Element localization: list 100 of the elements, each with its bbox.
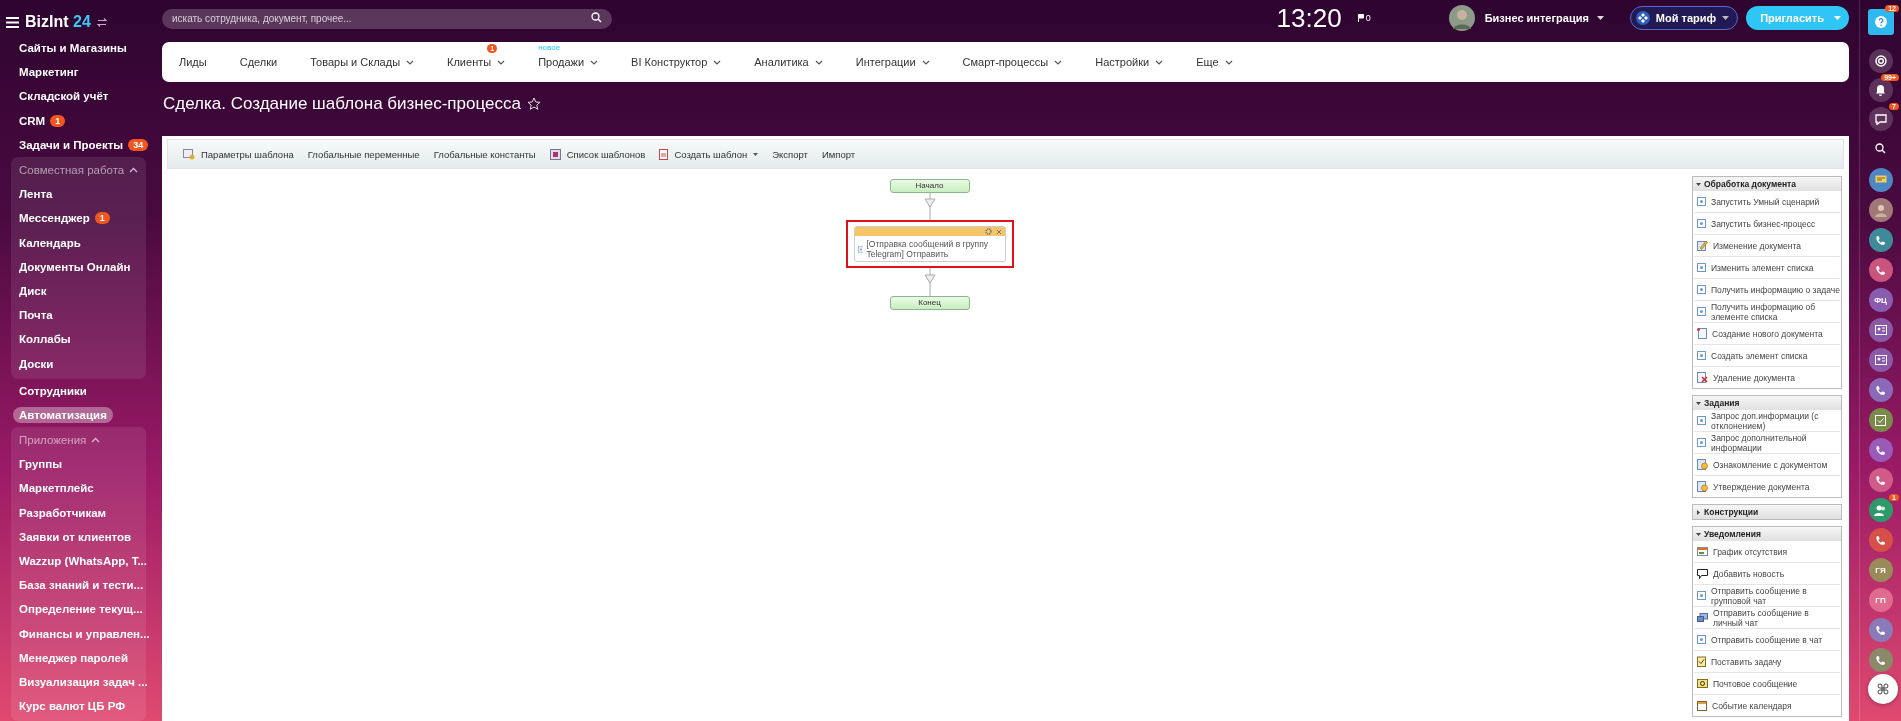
sidebar-item[interactable]: CRM: [19, 114, 46, 127]
contact-avatar[interactable]: [1868, 318, 1893, 342]
group-header[interactable]: Совместная работа: [19, 164, 125, 177]
chat-button[interactable]: [1868, 107, 1893, 131]
menu-item[interactable]: Еще: [1196, 56, 1233, 68]
tariff-button[interactable]: Мой тариф: [1629, 6, 1739, 30]
palette-item[interactable]: Ознакомление с документом: [1694, 454, 1840, 476]
help-button[interactable]: [1867, 9, 1894, 35]
section-header[interactable]: Конструкции: [1693, 505, 1841, 519]
toolbar-button[interactable]: Создать шаблон: [652, 142, 766, 166]
palette-item[interactable]: Отправить сообщение в личный чат: [1694, 607, 1840, 629]
search-icon[interactable]: [591, 12, 602, 23]
sidebar-item[interactable]: База знаний и тести...: [19, 579, 144, 592]
contact-avatar[interactable]: [1868, 468, 1893, 492]
palette-item[interactable]: Получить информацию об элементе списка: [1694, 301, 1840, 323]
palette-item[interactable]: График отсутствия: [1694, 541, 1840, 563]
caret-icon[interactable]: [1596, 16, 1604, 20]
sidebar-item[interactable]: Складской учёт: [19, 90, 109, 103]
section-header[interactable]: Задания: [1693, 396, 1841, 410]
sidebar-item[interactable]: Коллабы: [19, 333, 71, 346]
sidebar-item[interactable]: Wazzup (WhatsApp, T...: [19, 555, 147, 568]
sidebar-item[interactable]: Заявки от клиентов: [19, 530, 132, 543]
menu-item[interactable]: Сделки: [239, 56, 278, 68]
star-icon[interactable]: [526, 97, 541, 111]
sidebar-item[interactable]: Разработчикам: [19, 506, 107, 519]
sidebar-item[interactable]: Маркетплейс: [19, 482, 94, 495]
contact-avatar[interactable]: [1868, 408, 1893, 432]
menu-item[interactable]: Настройки: [1095, 56, 1164, 68]
section-header[interactable]: Уведомления: [1693, 527, 1841, 541]
chevron-icon[interactable]: [91, 437, 101, 444]
palette-item[interactable]: Создание нового документа: [1694, 323, 1840, 345]
contact-avatar[interactable]: [1868, 168, 1893, 192]
sidebar-item[interactable]: Определение текущ...: [19, 603, 143, 616]
palette-item[interactable]: Отправить сообщение в групповой чат: [1694, 585, 1840, 607]
apps-button[interactable]: [1868, 674, 1898, 704]
swap-icon[interactable]: [96, 17, 107, 27]
contact-avatar[interactable]: [1868, 258, 1893, 282]
palette-item[interactable]: Изменить элемент списка: [1694, 257, 1840, 279]
palette-item[interactable]: Запустить бизнес-процесс: [1694, 213, 1840, 235]
menu-item[interactable]: Аналитика: [754, 56, 823, 68]
contact-avatar[interactable]: [1868, 498, 1893, 522]
palette-item[interactable]: Получить информацию о задаче: [1694, 279, 1840, 301]
sidebar-item[interactable]: Задачи и Проекты: [19, 138, 124, 151]
sidebar-item[interactable]: Почта: [19, 309, 53, 322]
menu-item[interactable]: Интеграции: [855, 56, 930, 68]
palette-item[interactable]: Создать элемент списка: [1694, 345, 1840, 367]
menu-icon[interactable]: [6, 16, 19, 28]
palette-item[interactable]: Изменение документа: [1694, 235, 1840, 257]
activity-block[interactable]: [Отправка сообщений в группу Telegram] Отправить: [853, 226, 1006, 262]
contact-avatar[interactable]: [1868, 198, 1893, 222]
toolbar-button[interactable]: Экспорт: [765, 142, 815, 166]
menu-item[interactable]: Смарт-процессы: [962, 56, 1063, 68]
menu-item[interactable]: Товары и Склады: [310, 56, 415, 68]
start-node[interactable]: Начало: [889, 179, 970, 193]
sidebar-item[interactable]: Сотрудники: [19, 384, 87, 397]
sidebar-item[interactable]: Курс валют ЦБ РФ: [19, 700, 126, 713]
palette-item[interactable]: Запрос дополнительной информации: [1694, 432, 1840, 454]
sidebar-item[interactable]: Автоматизация: [13, 406, 113, 423]
notifications-button[interactable]: [1868, 78, 1893, 102]
toolbar-button[interactable]: Глобальные константы: [426, 142, 543, 166]
palette-item[interactable]: Почтовое сообщение: [1694, 673, 1840, 695]
sidebar-item[interactable]: Группы: [19, 458, 63, 471]
sidebar-item[interactable]: Визуализация задач ...: [19, 675, 148, 688]
palette-item[interactable]: Отправить сообщение в чат: [1694, 629, 1840, 651]
palette-item[interactable]: Утверждение документа: [1694, 476, 1840, 497]
user-menu[interactable]: Бизнес интеграция: [1484, 12, 1589, 24]
menu-item[interactable]: Продажи: [538, 56, 599, 68]
contact-avatar[interactable]: [1868, 378, 1893, 402]
menu-item[interactable]: BI Конструктор: [631, 56, 722, 68]
palette-item[interactable]: Запустить Умный сценарий: [1694, 191, 1840, 213]
close-icon[interactable]: [995, 228, 1002, 235]
toolbar-button[interactable]: Список шаблонов: [542, 142, 653, 166]
palette-item[interactable]: Запрос доп.информации (с отклонением): [1694, 410, 1840, 432]
toolbar-button[interactable]: Глобальные переменные: [300, 142, 427, 166]
chevron-icon[interactable]: [129, 167, 139, 174]
sidebar-item[interactable]: Документы Онлайн: [19, 260, 131, 273]
sidebar-item[interactable]: Финансы и управлен...: [19, 627, 150, 640]
contact-avatar[interactable]: [1868, 438, 1893, 462]
sidebar-item[interactable]: Диск: [19, 284, 47, 297]
palette-item[interactable]: Удаление документа: [1694, 367, 1840, 388]
logo[interactable]: BizInt 24: [25, 13, 91, 31]
sidebar-item[interactable]: Мессенджер: [19, 212, 90, 225]
contact-avatar[interactable]: [1868, 348, 1893, 372]
palette-item[interactable]: Добавить новость: [1694, 563, 1840, 585]
flag-icon[interactable]: [1357, 14, 1364, 22]
sidebar-item[interactable]: Календарь: [19, 236, 81, 249]
palette-item[interactable]: Поставить задачу: [1694, 651, 1840, 673]
avatar[interactable]: [1448, 5, 1475, 31]
contact-avatar[interactable]: ФЦ: [1868, 288, 1893, 312]
sidebar-item[interactable]: Маркетинг: [19, 66, 79, 79]
activity-button[interactable]: [1868, 49, 1893, 73]
toolbar-button[interactable]: Импорт: [814, 142, 863, 166]
sidebar-item[interactable]: Доски: [19, 357, 54, 370]
sidebar-item[interactable]: Сайты и Магазины: [19, 42, 127, 55]
contact-avatar[interactable]: [1868, 528, 1893, 552]
contact-avatar[interactable]: [1868, 228, 1893, 252]
menu-item[interactable]: Лиды: [179, 56, 207, 68]
toolbar-button[interactable]: Параметры шаблона: [176, 142, 301, 166]
sidebar-item[interactable]: Лента: [19, 188, 53, 201]
end-node[interactable]: Конец: [889, 296, 970, 310]
